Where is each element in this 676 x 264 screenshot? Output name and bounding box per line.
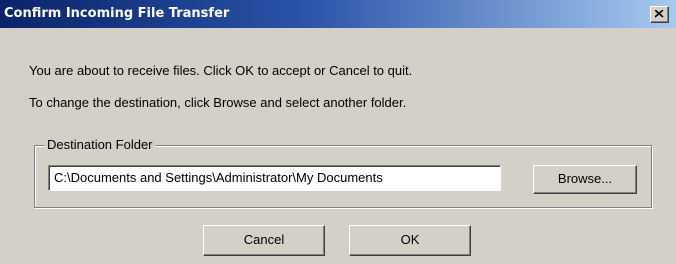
- browse-hint-text: To change the destination, click Browse …: [29, 95, 407, 110]
- close-button[interactable]: [650, 6, 669, 23]
- destination-path-field[interactable]: C:\Documents and Settings\Administrator\…: [48, 165, 501, 191]
- instruction-text: You are about to receive files. Click OK…: [29, 63, 413, 78]
- close-icon: [655, 10, 664, 18]
- browse-button[interactable]: Browse...: [533, 165, 637, 194]
- destination-folder-label: Destination Folder: [44, 137, 156, 153]
- cancel-button[interactable]: Cancel: [203, 225, 325, 256]
- window-title: Confirm Incoming File Transfer: [4, 6, 230, 21]
- title-bar[interactable]: Confirm Incoming File Transfer: [0, 0, 676, 28]
- ok-button[interactable]: OK: [349, 225, 471, 256]
- confirm-file-transfer-dialog: Confirm Incoming File Transfer You are a…: [0, 0, 676, 264]
